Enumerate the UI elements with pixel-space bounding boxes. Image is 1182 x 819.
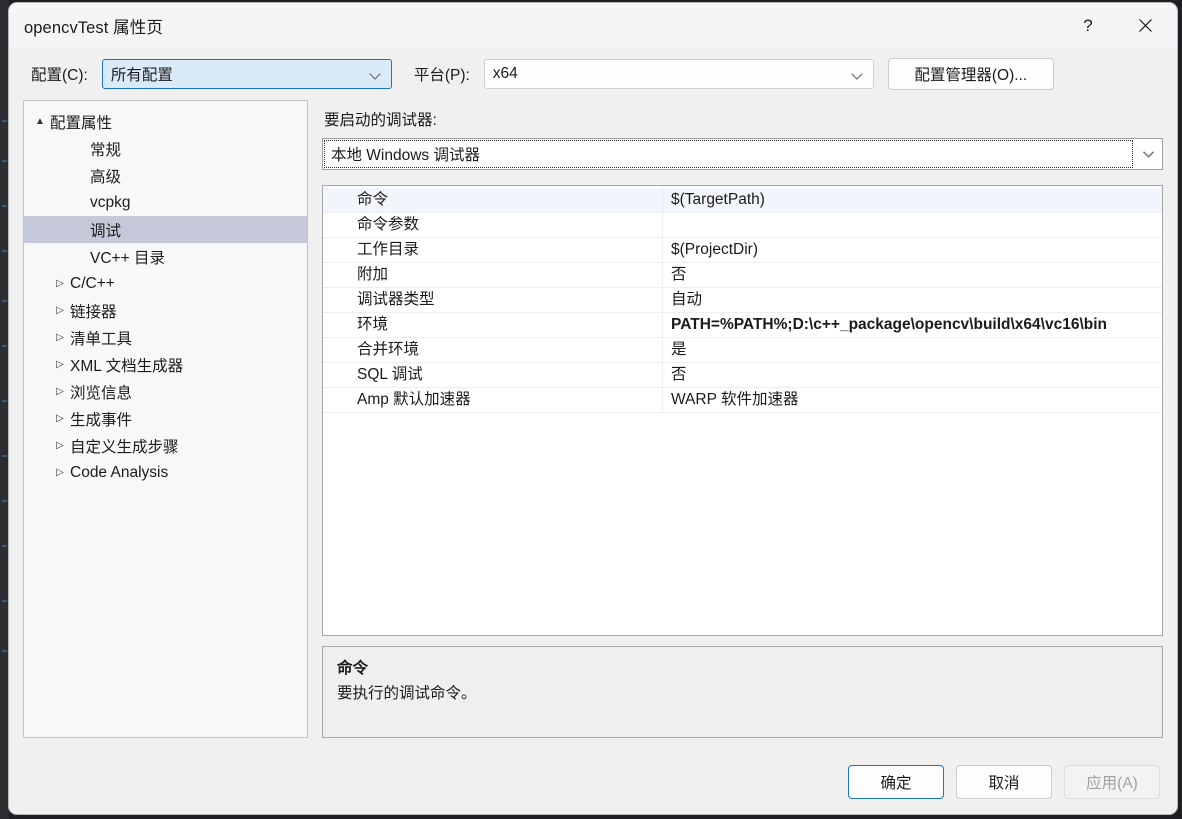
tree-item[interactable]: ▷ 自定义生成步骤 [24, 432, 307, 459]
tree-item-label: XML 文档生成器 [70, 357, 184, 375]
chevron-down-icon [370, 68, 382, 80]
configuration-combobox[interactable]: 所有配置 [101, 59, 392, 89]
tree-item-label: 常规 [90, 141, 122, 159]
debugger-dropdown-button[interactable] [1134, 139, 1162, 169]
property-row[interactable]: 工作目录 $(ProjectDir) [323, 238, 1162, 263]
collapsed-arrow-icon[interactable]: ▷ [50, 332, 70, 343]
debugger-combobox[interactable]: 本地 Windows 调试器 [322, 138, 1163, 170]
property-tree[interactable]: ▲ 配置属性 常规 高级 vcpkg 调试 VC++ 目录 ▷ C/C++ ▷ 链接器 ▷ 清单工具 ▷ X… [23, 100, 308, 738]
ok-button[interactable]: 确定 [848, 765, 944, 799]
property-row[interactable]: 合并环境是 [323, 338, 1162, 363]
tree-item-label: VC++ 目录 [90, 249, 165, 267]
tree-item[interactable]: vcpkg [24, 189, 307, 216]
chevron-down-icon [1142, 150, 1154, 158]
property-name: 环境 [323, 313, 663, 337]
dialog-title: opencvTest 属性页 [24, 18, 163, 37]
property-name: Amp 默认加速器 [323, 388, 663, 412]
tree-item-label: 链接器 [70, 303, 117, 321]
help-button[interactable]: ? [1059, 3, 1117, 48]
tree-item-label: 生成事件 [70, 411, 133, 429]
tree-item-label: vcpkg [90, 193, 131, 211]
property-value[interactable]: $(ProjectDir) [663, 238, 1162, 262]
config-label: 配置(C): [31, 67, 88, 84]
property-pages-dialog: opencvTest 属性页 ? 配置(C): 所有配置 平台(P): x64 … [8, 2, 1178, 815]
property-name: 工作目录 [323, 238, 663, 262]
platform-value: x64 [492, 65, 518, 82]
property-panel: 要启动的调试器: 本地 Windows 调试器 命令 $(TargetPath) 命… [322, 100, 1163, 738]
tree-item[interactable]: ▷ 链接器 [24, 297, 307, 324]
property-value[interactable]: PATH=%PATH%;D:\c++_package\opencv\build\… [663, 313, 1162, 337]
dialog-footer: 确定 取消 应用(A) [9, 750, 1177, 814]
tree-item[interactable]: 调试 [24, 216, 307, 243]
property-row[interactable]: 环境 PATH=%PATH%;D:\c++_package\opencv\buil… [323, 313, 1162, 338]
tree-item[interactable]: ▲ 配置属性 [24, 108, 307, 135]
apply-button: 应用(A) [1064, 765, 1160, 799]
tree-item-label: C/C++ [70, 274, 115, 292]
close-button[interactable] [1117, 3, 1173, 48]
property-row[interactable]: 调试器类型 自动 [323, 288, 1162, 313]
property-row[interactable]: 命令参数 [323, 213, 1162, 238]
chevron-down-icon [852, 68, 864, 80]
collapsed-arrow-icon[interactable]: ▷ [50, 467, 70, 478]
configuration-bar: 配置(C): 所有配置 平台(P): x64 配置管理器(O)... [9, 48, 1177, 100]
property-row[interactable]: 附加否 [323, 263, 1162, 288]
property-name: 合并环境 [323, 338, 663, 362]
tree-item-label: 配置属性 [50, 114, 113, 132]
property-value[interactable]: 自动 [663, 288, 1162, 312]
tree-item[interactable]: ▷ 清单工具 [24, 324, 307, 351]
property-value[interactable]: 是 [663, 338, 1162, 362]
tree-item-label: Code Analysis [70, 463, 169, 481]
tree-item[interactable]: 高级 [24, 162, 307, 189]
expanded-arrow-icon[interactable]: ▲ [30, 116, 50, 127]
tree-item[interactable]: ▷ Code Analysis [24, 459, 307, 486]
tree-item[interactable]: ▷ C/C++ [24, 270, 307, 297]
tree-item-label: 自定义生成步骤 [70, 438, 179, 456]
collapsed-arrow-icon[interactable]: ▷ [50, 278, 70, 289]
configuration-manager-button[interactable]: 配置管理器(O)... [887, 58, 1054, 90]
property-name: 命令 [323, 188, 663, 212]
tree-item-label: 清单工具 [70, 330, 133, 348]
tree-item[interactable]: ▷ XML 文档生成器 [24, 351, 307, 378]
window-buttons: ? [1059, 3, 1177, 48]
property-value[interactable]: $(TargetPath) [663, 188, 1162, 212]
collapsed-arrow-icon[interactable]: ▷ [50, 305, 70, 316]
tree-item-label: 浏览信息 [70, 384, 133, 402]
property-value[interactable]: 否 [663, 263, 1162, 287]
collapsed-arrow-icon[interactable]: ▷ [50, 386, 70, 397]
property-name: 附加 [323, 263, 663, 287]
debugger-value[interactable]: 本地 Windows 调试器 [324, 140, 1133, 168]
property-grid[interactable]: 命令 $(TargetPath) 命令参数 工作目录 $(ProjectDir) 附加否调… [322, 185, 1163, 636]
description-box: 命令 要执行的调试命令。 [322, 646, 1163, 738]
debugger-caption: 要启动的调试器: [324, 112, 437, 129]
tree-item[interactable]: ▷ 浏览信息 [24, 378, 307, 405]
tree-item[interactable]: VC++ 目录 [24, 243, 307, 270]
dialog-body: ▲ 配置属性 常规 高级 vcpkg 调试 VC++ 目录 ▷ C/C++ ▷ 链接器 ▷ 清单工具 ▷ X… [9, 100, 1177, 750]
property-row[interactable]: Amp 默认加速器 WARP 软件加速器 [323, 388, 1162, 413]
description-title: 命令 [337, 660, 369, 677]
platform-combobox[interactable]: x64 [483, 59, 874, 89]
tree-item[interactable]: 常规 [24, 135, 307, 162]
tree-item-label: 高级 [90, 168, 122, 186]
property-name: 命令参数 [323, 213, 663, 237]
question-mark-icon: ? [1083, 15, 1093, 35]
property-value[interactable]: 否 [663, 363, 1162, 387]
property-name: 调试器类型 [323, 288, 663, 312]
tree-item-label: 调试 [90, 222, 122, 240]
cancel-button[interactable]: 取消 [956, 765, 1052, 799]
collapsed-arrow-icon[interactable]: ▷ [50, 440, 70, 451]
tree-item[interactable]: ▷ 生成事件 [24, 405, 307, 432]
property-value[interactable]: WARP 软件加速器 [663, 388, 1162, 412]
configuration-value: 所有配置 [110, 67, 173, 84]
property-name: SQL 调试 [323, 363, 663, 387]
collapsed-arrow-icon[interactable]: ▷ [50, 413, 70, 424]
property-row[interactable]: SQL 调试否 [323, 363, 1162, 388]
platform-label: 平台(P): [413, 67, 470, 84]
description-text: 要执行的调试命令。 [337, 685, 477, 702]
collapsed-arrow-icon[interactable]: ▷ [50, 359, 70, 370]
property-row[interactable]: 命令 $(TargetPath) [323, 188, 1162, 213]
close-icon [1138, 19, 1152, 32]
titlebar: opencvTest 属性页 ? [9, 3, 1177, 48]
